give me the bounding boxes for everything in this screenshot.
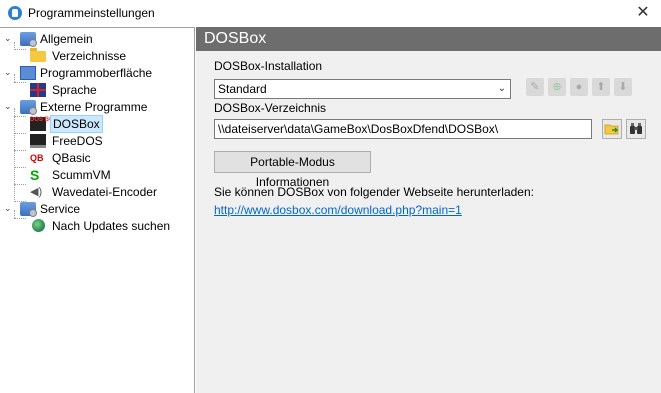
tree-item-label: Nach Updates suchen [52,219,171,233]
qbasic-icon: QB [30,153,44,163]
globe-icon [32,219,45,232]
download-link[interactable]: http://www.dosbox.com/download.php?main=… [214,203,462,217]
install-select-value: Standard [218,82,267,96]
tree-item-label: ScummVM [52,168,111,182]
add-button[interactable]: ⊕ [548,78,566,96]
freedos-icon [30,134,46,148]
app-icon [8,6,22,20]
panel-header: DOSBox [196,27,661,51]
title-bar: Programmeinstellungen ✕ [0,0,661,26]
tree-item-label: Externe Programme [40,100,148,114]
settings-icon [20,100,37,115]
dosbox-directory-field[interactable]: \\dateiserver\data\GameBox\DosBoxDfend\D… [214,119,592,139]
tree-item-label: Programmoberfläche [40,66,153,80]
download-text: Sie können DOSBox von folgender Webseite… [214,185,534,199]
chevron-down-icon[interactable]: ⌄ [4,67,14,77]
tree-item-label: QBasic [52,151,91,165]
chevron-down-icon: ⌄ [497,83,506,94]
tree-item-label: Wavedatei-Encoder [52,185,157,199]
browse-folder-button[interactable] [602,119,622,139]
dir-label: DOSBox-Verzeichnis [214,101,327,115]
pencil-icon: ✎ [530,81,540,93]
uk-flag-icon [30,83,46,97]
plus-icon: ⊕ [552,81,562,93]
close-icon[interactable]: ✕ [633,3,653,23]
window-title: Programmeinstellungen [28,6,155,20]
settings-panel: DOSBox-Installation Standard ⌄ ✎ ⊕ ● ⬆ ⬇… [196,51,661,393]
settings-icon [20,32,37,47]
edit-button[interactable]: ✎ [526,78,544,96]
binoculars-icon [630,123,642,134]
scummvm-icon: S [30,167,40,183]
dosbox-directory-value: \\dateiserver\data\GameBox\DosBoxDfend\D… [218,122,499,136]
tree-item-label: Service [40,202,81,216]
move-down-button[interactable]: ⬇ [614,78,632,96]
dosbox-icon: DOS BOX [30,117,58,131]
tree-item-label: Allgemein [40,32,93,46]
circle-icon: ● [575,81,583,93]
folder-icon [30,48,46,62]
chevron-down-icon[interactable]: ⌄ [4,33,14,43]
move-up-button[interactable]: ⬆ [592,78,610,96]
tree-item-label: Verzeichnisse [52,49,127,63]
tree-item-label: Sprache [52,83,97,97]
arrow-up-icon: ⬆ [596,81,606,93]
window-icon [20,66,36,80]
tree-item-label: FreeDOS [52,134,103,148]
chevron-down-icon[interactable]: ⌄ [4,203,14,213]
arrow-down-icon: ⬇ [618,81,628,93]
speaker-icon: ◀) [30,186,43,198]
install-select[interactable]: Standard ⌄ [214,79,511,99]
tree-item-label: DOSBox [50,115,103,133]
folder-open-icon [604,124,619,135]
install-label: DOSBox-Installation [214,59,323,73]
find-button[interactable] [626,119,646,139]
portable-mode-button[interactable]: Portable-Modus Informationen [214,151,371,189]
settings-tree: ⌄ Allgemein Verzeichnisse ⌄ Programmober… [0,27,195,393]
settings-icon [20,202,37,217]
chevron-down-icon[interactable]: ⌄ [4,101,14,111]
delete-button[interactable]: ● [570,78,588,96]
